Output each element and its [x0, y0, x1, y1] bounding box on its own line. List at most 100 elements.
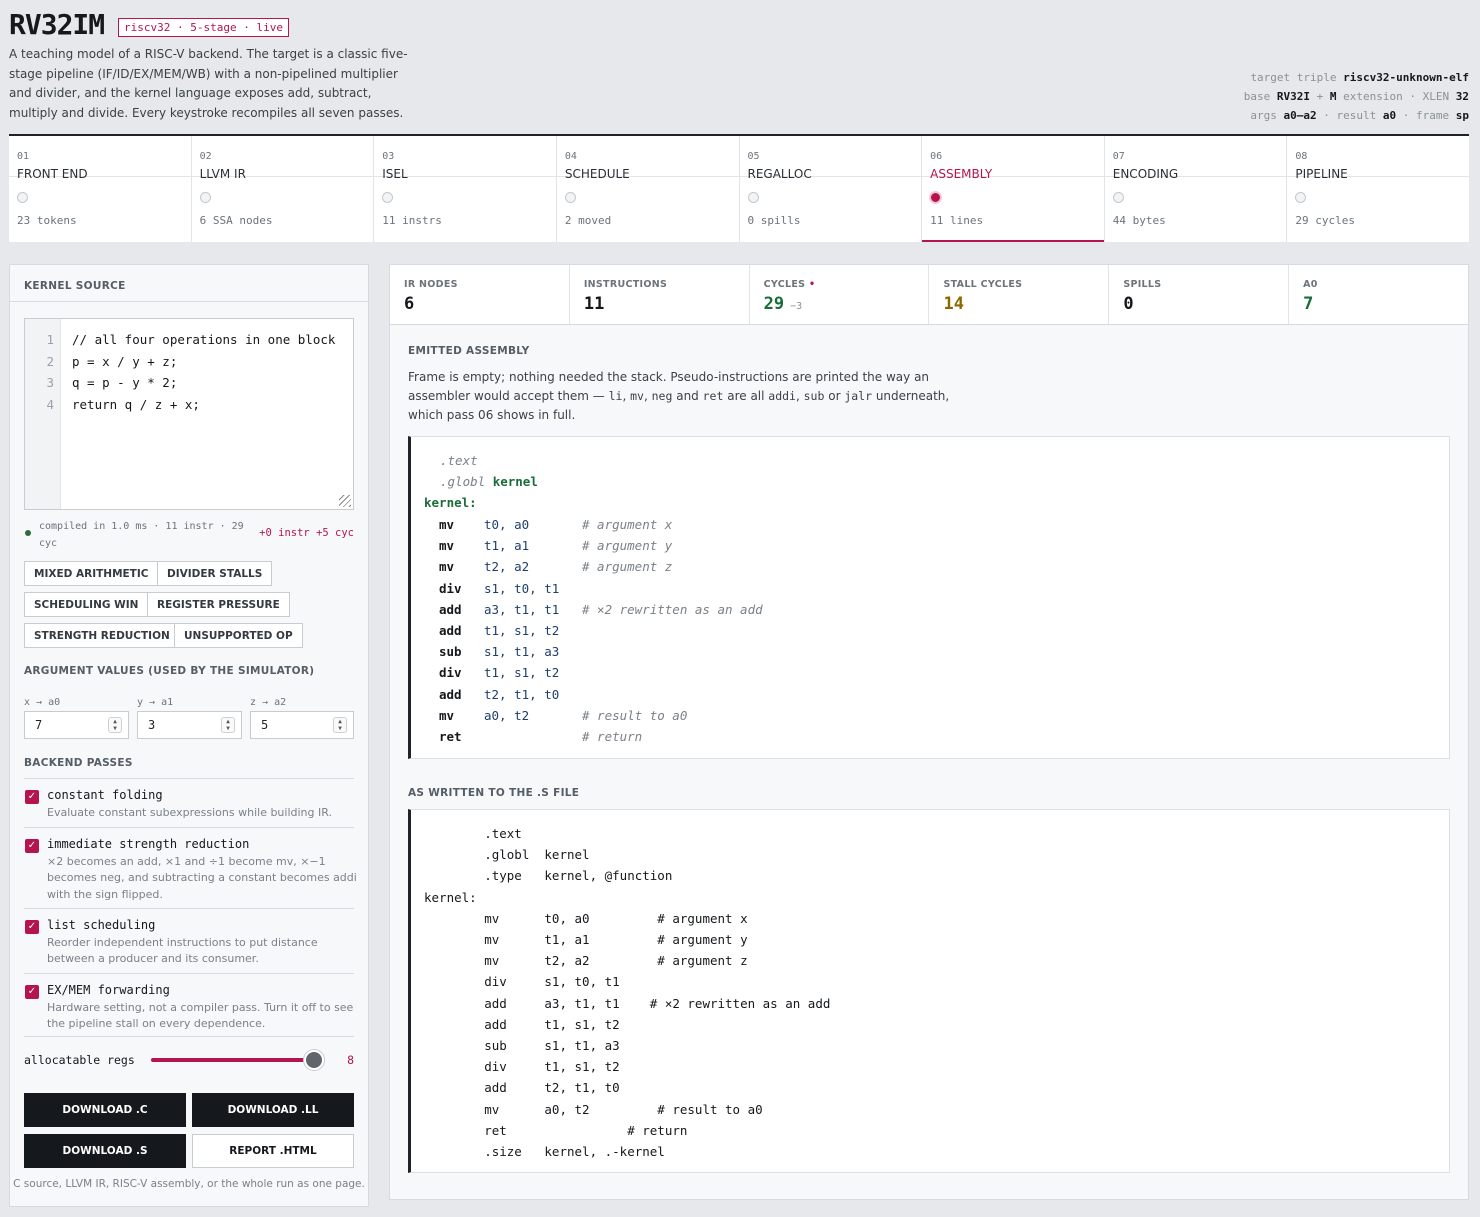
arg-y-label: y → a1	[137, 697, 174, 708]
s-file-line: add a3, t1, t1 # ×2 rewritten as an add	[424, 995, 831, 1011]
stage-label: SCHEDULE	[564, 167, 630, 181]
spinner-icon[interactable]: ▲ ▼	[221, 717, 235, 733]
stage-tab-active[interactable]: 06 ASSEMBLY 11 lines	[922, 136, 1105, 242]
stage-tab[interactable]: 08 PIPELINE 29 cycles	[1287, 136, 1469, 242]
stage-tab[interactable]: 01 FRONT END 23 tokens	[9, 136, 192, 242]
stage-dot-icon	[1112, 192, 1124, 203]
stage-tab[interactable]: 05 REGALLOC 0 spills	[739, 136, 923, 242]
stage-tab[interactable]: 04 SCHEDULE 2 moved	[556, 136, 740, 242]
line-gutter: 1 2 3 4	[25, 319, 61, 509]
s-file-line: kernel:	[424, 889, 477, 905]
asm-opcode: div	[439, 580, 462, 596]
stage-dot-icon	[747, 192, 759, 203]
pass-forwarding[interactable]: ✓ EX/MEM forwarding Hardware setting, no…	[24, 973, 354, 1037]
backend-passes-title: BACKEND PASSES	[24, 757, 133, 769]
slider-thumb[interactable]	[304, 1050, 324, 1070]
asm-opcode: mv	[439, 538, 455, 554]
stage-tab[interactable]: 07 ENCODING 44 bytes	[1104, 136, 1288, 242]
asm-operands: t1, s1, t2	[484, 623, 560, 638]
s-file-line: mv a0, t2 # result to a0	[424, 1101, 763, 1117]
stage-dot-icon	[382, 192, 394, 203]
spinner-icon[interactable]: ▲ ▼	[333, 717, 347, 733]
metric-instructions: INSTRUCTIONS 11	[570, 265, 750, 324]
asm-operands: t1, s1, t2	[484, 665, 560, 681]
preset-scheduling-win[interactable]: SCHEDULING WIN	[24, 592, 149, 617]
stage-label: FRONT END	[17, 167, 88, 181]
asm-operands: t0, a0	[484, 517, 530, 532]
s-file-line: mv t2, a2 # argument z	[424, 953, 748, 969]
report-html-button[interactable]: REPORT .HTML	[192, 1134, 354, 1168]
s-file-line: .globl kernel	[424, 847, 590, 863]
arg-z-input[interactable]: 5 ▲ ▼	[250, 711, 354, 739]
preset-unsupported-op[interactable]: UNSUPPORTED OP	[174, 623, 303, 648]
resize-handle-icon[interactable]	[339, 495, 351, 507]
spinner-icon[interactable]: ▲ ▼	[108, 717, 122, 733]
arg-x-input[interactable]: 7 ▲ ▼	[24, 711, 129, 739]
s-file-line: add t2, t1, t0	[424, 1080, 620, 1096]
pass-stepper: 01 FRONT END 23 tokens 02 LLVM IR 6 SSA node…	[9, 134, 1469, 242]
download-s-button[interactable]: DOWNLOAD .S	[24, 1134, 186, 1168]
asm-opcode: add	[439, 686, 462, 702]
stage-label: ENCODING	[1112, 167, 1179, 181]
metric-a0: A0 7	[1303, 279, 1318, 314]
s-file-line: add t1, s1, t2	[424, 1016, 620, 1032]
s-file-line: .type kernel, @function	[424, 868, 673, 884]
checkbox-checked-icon[interactable]: ✓	[25, 790, 39, 804]
s-file-line: ret # return	[424, 1122, 688, 1138]
arg-y-input[interactable]: 3 ▲ ▼	[137, 711, 242, 739]
preset-divider-stalls[interactable]: DIVIDER STALLS	[157, 561, 273, 586]
emitted-assembly-title: EMITTED ASSEMBLY	[408, 345, 530, 357]
s-file-line: .text	[424, 826, 522, 841]
asm-comment: # result to a0	[582, 707, 688, 723]
asm-opcode: add	[439, 623, 462, 638]
asm-operands: t1, a1	[484, 538, 530, 554]
source-line: p = x / y + z;	[72, 354, 178, 369]
s-file-listing: .text .globl kernel .type kernel, @funct…	[408, 809, 1450, 1173]
asm-label: kernel:	[424, 495, 477, 510]
stage-label: LLVM IR	[199, 167, 246, 181]
download-ll-button[interactable]: DOWNLOAD .LL	[192, 1093, 354, 1127]
controls-panel: KERNEL SOURCE 1 2 3 4 // all four operat…	[9, 264, 369, 1207]
target-badge: riscv32 · 5-stage · live	[118, 18, 289, 37]
argument-values-title: ARGUMENT VALUES (USED BY THE SIMULATOR)	[24, 665, 315, 677]
stage-label: ISEL	[382, 167, 408, 181]
kernel-source-title: KERNEL SOURCE	[24, 280, 126, 292]
download-c-button[interactable]: DOWNLOAD .C	[24, 1093, 186, 1127]
metric-ir-nodes: IR NODES 6	[390, 265, 570, 324]
asm-operands: t2, a2	[484, 559, 530, 575]
allocatable-regs-slider[interactable]	[151, 1058, 314, 1062]
arg-z-label: z → a2	[250, 697, 287, 708]
asm-opcode: add	[439, 601, 462, 617]
pass-strength-reduction[interactable]: ✓ immediate strength reduction ×2 become…	[24, 827, 357, 908]
s-file-line: div s1, t0, t1	[424, 974, 620, 990]
asm-opcode: mv	[439, 517, 455, 532]
download-note: C source, LLVM IR, RISC-V assembly, or t…	[13, 1178, 365, 1190]
stage-tab[interactable]: 02 LLVM IR 6 SSA nodes	[191, 136, 375, 242]
stage-label: REGALLOC	[747, 167, 812, 181]
kernel-source-editor[interactable]: 1 2 3 4 // all four operations in one bl…	[24, 318, 354, 510]
checkbox-checked-icon[interactable]: ✓	[25, 839, 39, 853]
preset-strength-reduction[interactable]: STRENGTH REDUCTION	[24, 623, 180, 648]
pass-constant-folding[interactable]: ✓ constant folding Evaluate constant sub…	[24, 778, 354, 827]
asm-comment: # argument z	[582, 559, 673, 575]
compile-delta: +0 instr +5 cyc	[259, 527, 354, 539]
target-meta: target triple riscv32-unknown-elf base R…	[1243, 71, 1469, 122]
stage-tab[interactable]: 03 ISEL 11 instrs	[374, 136, 557, 242]
stage-dot-icon	[1295, 192, 1307, 203]
pass-list-scheduling[interactable]: ✓ list scheduling Reorder independent in…	[24, 908, 354, 973]
app-description: A teaching model of a RISC-V backend. Th…	[9, 47, 408, 120]
emitted-assembly-listing: .text .globl kernel kernel: mv t0, a0 # ar…	[408, 436, 1450, 759]
checkbox-checked-icon[interactable]: ✓	[25, 985, 39, 999]
preset-register-pressure[interactable]: REGISTER PRESSURE	[147, 592, 290, 617]
asm-operands: s1, t0, t1	[484, 580, 560, 596]
metric-spills: SPILLS 0	[1109, 265, 1290, 324]
app-title: RV32IM	[9, 8, 105, 41]
stage-dot-icon	[199, 192, 211, 203]
metric-stall-cycles: STALL CYCLES 14	[929, 265, 1110, 324]
stage-dot-icon	[17, 192, 28, 203]
metric-cycles: CYCLES • 29 −3	[750, 265, 930, 324]
checkbox-checked-icon[interactable]: ✓	[25, 920, 39, 934]
preset-mixed-arithmetic[interactable]: MIXED ARITHMETIC	[24, 561, 159, 586]
asm-operands: s1, t1, a3	[484, 644, 560, 660]
allocatable-regs-value: 8	[347, 1053, 354, 1067]
